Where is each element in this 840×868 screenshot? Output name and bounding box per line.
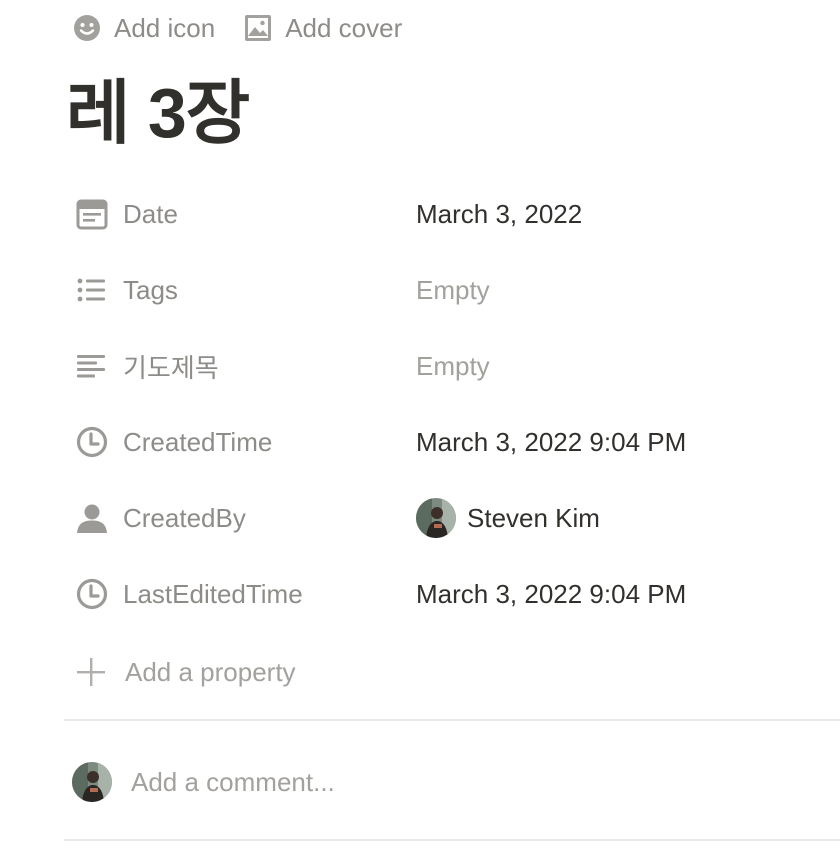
page-header-actions: Add icon Add cover [72,10,402,46]
add-property-button[interactable]: Add a property [74,652,296,692]
property-label: CreatedBy [123,502,246,533]
property-name-last-edited-time[interactable]: LastEditedTime [64,556,406,632]
property-name-prayer-title[interactable]: 기도제목 [64,328,406,404]
properties-list: Date March 3, 2022 Tags Empty 기도제목 Empty… [64,176,840,632]
comment-input[interactable] [131,766,631,798]
property-value-tags[interactable]: Empty [406,252,490,328]
property-row-prayer-title: 기도제목 Empty [64,328,840,404]
property-value-last-edited-time[interactable]: March 3, 2022 9:04 PM [406,556,686,632]
property-row-created-time: CreatedTime March 3, 2022 9:04 PM [64,404,840,480]
comment-row [72,760,631,804]
property-row-last-edited-time: LastEditedTime March 3, 2022 9:04 PM [64,556,840,632]
add-cover-label: Add cover [285,12,403,43]
divider [64,719,840,721]
page: Add icon Add cover 레 3장 Date March 3, 20… [0,0,840,868]
property-row-tags: Tags Empty [64,252,840,328]
avatar [72,762,112,802]
clock-icon [74,576,110,612]
image-icon [243,13,273,43]
property-value-date[interactable]: March 3, 2022 [406,176,582,252]
list-icon [74,272,110,308]
property-name-tags[interactable]: Tags [64,252,406,328]
property-label: 기도제목 [123,352,219,383]
calendar-icon [74,196,110,232]
add-icon-label: Add icon [114,12,216,43]
property-name-created-by[interactable]: CreatedBy [64,480,406,556]
add-cover-button[interactable]: Add cover [243,10,402,46]
page-title[interactable]: 레 3장 [66,68,250,158]
property-value-created-by[interactable]: Steven Kim [406,480,600,556]
add-property-label: Add a property [125,656,296,687]
property-label: Tags [123,274,178,305]
divider [64,839,840,841]
property-row-created-by: CreatedBy Steven Kim [64,480,840,556]
person-icon [74,500,110,536]
clock-icon [74,424,110,460]
user-name: Steven Kim [467,502,600,533]
property-name-date[interactable]: Date [64,176,406,252]
property-name-created-time[interactable]: CreatedTime [64,404,406,480]
avatar [416,498,456,538]
property-row-date: Date March 3, 2022 [64,176,840,252]
property-label: Date [123,198,178,229]
smiley-icon [72,13,102,43]
property-label: LastEditedTime [123,578,303,609]
property-value-created-time[interactable]: March 3, 2022 9:04 PM [406,404,686,480]
property-value-prayer-title[interactable]: Empty [406,328,490,404]
add-icon-button[interactable]: Add icon [72,10,215,46]
property-label: CreatedTime [123,426,273,457]
text-lines-icon [74,348,110,384]
plus-icon [74,655,108,689]
